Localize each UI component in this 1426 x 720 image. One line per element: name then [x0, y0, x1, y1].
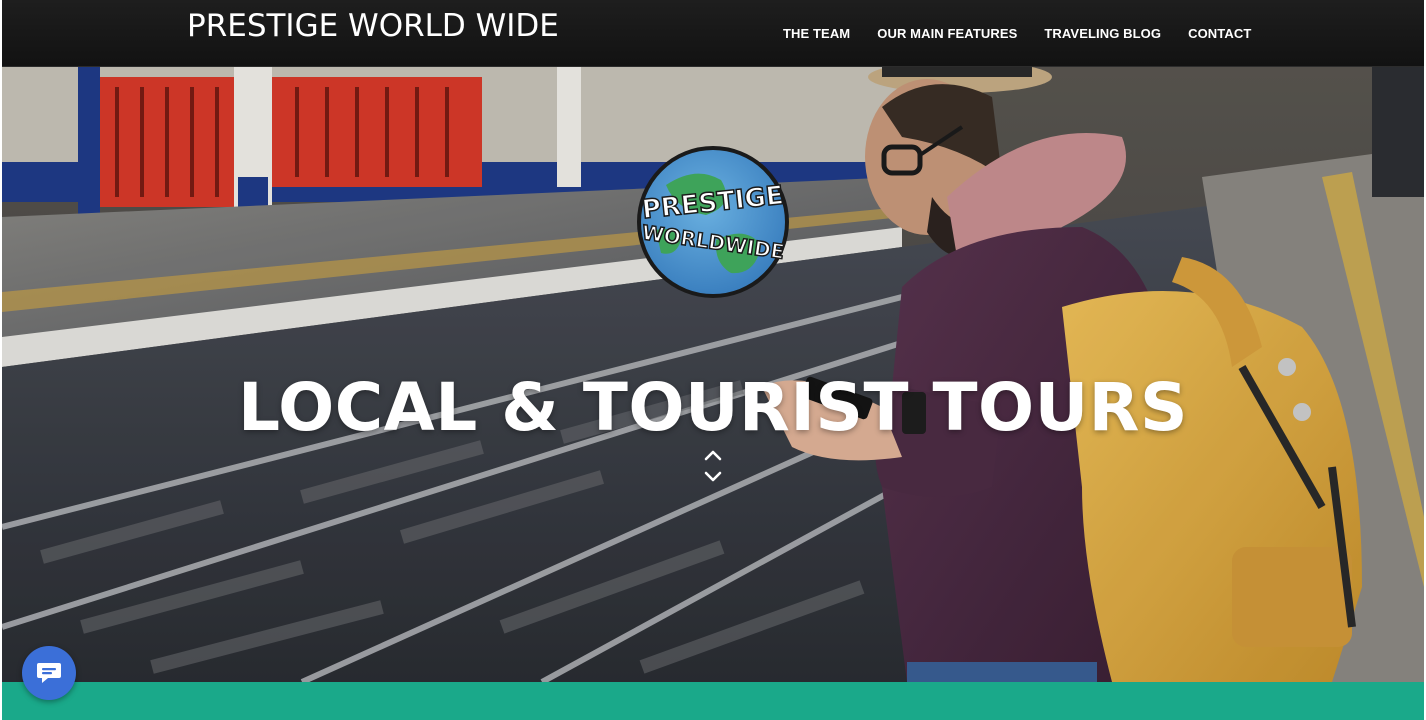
nav-item-team: THE TEAM — [783, 26, 850, 41]
nav-item-blog: TRAVELING BLOG — [1044, 26, 1161, 41]
chevron-up-down-icon[interactable] — [702, 445, 724, 487]
main-nav: THE TEAM OUR MAIN FEATURES TRAVELING BLO… — [783, 26, 1278, 41]
nav-item-contact: CONTACT — [1188, 26, 1251, 41]
nav-link-traveling-blog[interactable]: TRAVELING BLOG — [1044, 26, 1161, 41]
chat-button[interactable] — [22, 646, 76, 700]
nav-link-contact[interactable]: CONTACT — [1188, 26, 1251, 41]
brand-link[interactable]: PRESTIGE WORLD WIDE — [187, 8, 559, 44]
accent-strip — [2, 682, 1424, 720]
nav-item-features: OUR MAIN FEATURES — [877, 26, 1017, 41]
hero-section: PRESTIGE WORLDWIDE LOCAL & TOURIST TOURS — [2, 67, 1424, 682]
nav-link-main-features[interactable]: OUR MAIN FEATURES — [877, 26, 1017, 41]
top-navbar: PRESTIGE WORLD WIDE THE TEAM OUR MAIN FE… — [2, 0, 1424, 67]
chat-bubble-icon — [37, 663, 61, 683]
nav-link-the-team[interactable]: THE TEAM — [783, 26, 850, 41]
hero-headline: LOCAL & TOURIST TOURS — [237, 369, 1189, 447]
page-frame: PRESTIGE WORLD WIDE THE TEAM OUR MAIN FE… — [2, 0, 1424, 720]
prestige-globe-logo[interactable]: PRESTIGE WORLDWIDE — [636, 145, 790, 299]
